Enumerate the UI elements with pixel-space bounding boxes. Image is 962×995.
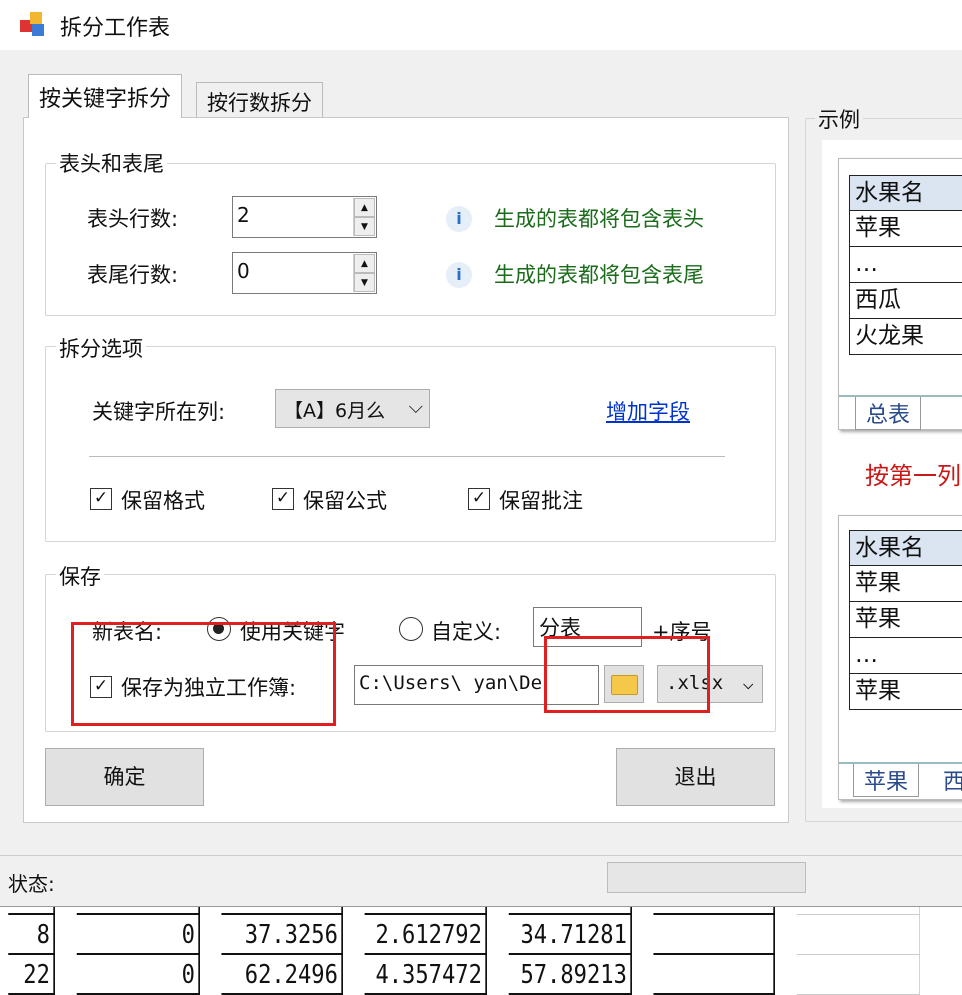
keep-formula-label: 保留公式 — [303, 485, 387, 515]
keep-formula-checkbox[interactable]: ✓ — [272, 488, 294, 510]
spreadsheet-cell: 0 — [77, 955, 200, 995]
spin-up-icon[interactable]: ▲ — [354, 198, 375, 217]
info-icon: i — [446, 206, 472, 232]
example-cell: 西瓜 — [849, 283, 962, 319]
header-rows-value: 2 — [237, 203, 250, 227]
title-bar: 拆分工作表 — [0, 0, 962, 50]
exit-button[interactable]: 退出 — [616, 748, 775, 806]
header-rows-stepper[interactable]: 2 ▲▼ — [232, 196, 377, 238]
spreadsheet-cell: 37.3256 — [221, 915, 343, 955]
keep-comment-label: 保留批注 — [499, 485, 583, 515]
sheet-tab-apple: 苹果 — [853, 764, 919, 797]
spreadsheet-cell: 4.357472 — [365, 955, 487, 995]
example-cell: 水果名 — [849, 530, 962, 566]
spreadsheet-cell — [797, 955, 920, 995]
progress-bar — [607, 862, 806, 893]
window-title: 拆分工作表 — [60, 10, 170, 42]
custom-name-label: 自定义: — [431, 616, 501, 646]
example-cell: 火龙果 — [849, 319, 962, 355]
spin-down-icon[interactable]: ▼ — [354, 273, 375, 292]
key-column-value: 【A】6月么 — [284, 400, 385, 422]
example-cell: 苹果 — [849, 566, 962, 602]
header-rows-label: 表头行数: — [87, 203, 178, 233]
example-cell: … — [849, 638, 962, 674]
header-footer-group — [45, 163, 776, 316]
highlight-box — [71, 622, 336, 726]
keep-format-checkbox[interactable]: ✓ — [90, 488, 112, 510]
example-title: 示例 — [815, 104, 863, 134]
example-caption: 按第一列 — [865, 456, 962, 491]
keep-comment-checkbox[interactable]: ✓ — [468, 488, 490, 510]
example-cell: 苹果 — [849, 602, 962, 638]
spreadsheet-cell: 2.612792 — [365, 915, 487, 955]
key-column-label: 关键字所在列: — [92, 396, 225, 426]
example-cell: 水果名 — [849, 175, 962, 211]
status-label: 状态: — [8, 868, 55, 897]
status-divider — [0, 855, 962, 856]
spreadsheet-cell: 22 — [8, 955, 55, 995]
spin-up-icon[interactable]: ▲ — [354, 254, 375, 273]
footer-rows-stepper[interactable]: 0 ▲▼ — [232, 252, 377, 294]
keep-format-label: 保留格式 — [121, 485, 205, 515]
spreadsheet-cell — [653, 915, 775, 955]
spreadsheet-row: 22 0 62.2496 4.357472 57.89213 — [0, 955, 962, 995]
sheet-tab-watermelon: 西 — [939, 764, 962, 796]
spreadsheet-cell — [797, 915, 920, 955]
spreadsheet-cell — [653, 955, 775, 995]
spreadsheet-cell: 62.2496 — [221, 955, 343, 995]
info-icon: i — [446, 262, 472, 288]
add-field-link[interactable]: 增加字段 — [606, 396, 690, 426]
chevron-down-icon: ⌵ — [409, 396, 423, 418]
background-spreadsheet: 6029.30612.06196127.296088037.32562.6127… — [0, 895, 962, 978]
spin-down-icon[interactable]: ▼ — [354, 217, 375, 236]
spreadsheet-row: 80 37.3256 2.612792 34.71281 — [0, 915, 962, 955]
sheet-tab-all: 总表 — [855, 397, 921, 430]
spreadsheet-cell: 8 — [8, 915, 55, 955]
split-options-title: 拆分选项 — [56, 333, 146, 363]
tab-split-by-rows[interactable]: 按行数拆分 — [196, 82, 323, 118]
example-sheet-all: 水果名苹果…西瓜火龙果 总表 — [838, 158, 962, 430]
example-cell: 苹果 — [849, 211, 962, 247]
custom-name-radio[interactable] — [399, 617, 423, 641]
header-footer-title: 表头和表尾 — [56, 148, 167, 178]
ok-button[interactable]: 确定 — [45, 748, 204, 806]
tab-panel: 表头和表尾 表头行数: 2 ▲▼ i 生成的表都将包含表头 表尾行数: 0 ▲▼… — [23, 117, 789, 823]
key-column-select[interactable]: 【A】6月么 ⌵ — [275, 389, 430, 428]
spreadsheet-cell: 34.71281 — [509, 915, 632, 955]
highlight-box — [544, 636, 710, 713]
chevron-down-icon: ⌵ — [743, 672, 754, 694]
header-hint: 生成的表都将包含表头 — [494, 203, 704, 233]
spreadsheet-cell: 0 — [77, 915, 200, 955]
tab-split-by-keyword[interactable]: 按关键字拆分 — [28, 74, 182, 118]
example-sheet-split: 水果名苹果苹果…苹果 苹果 西 — [838, 515, 962, 800]
example-cell: … — [849, 247, 962, 283]
footer-hint: 生成的表都将包含表尾 — [494, 259, 704, 289]
footer-rows-label: 表尾行数: — [87, 259, 178, 289]
save-title: 保存 — [56, 561, 104, 591]
footer-rows-value: 0 — [237, 259, 250, 283]
divider — [89, 456, 725, 457]
spreadsheet-cell: 57.89213 — [509, 955, 632, 995]
example-cell: 苹果 — [849, 674, 962, 710]
app-icon — [20, 12, 46, 36]
